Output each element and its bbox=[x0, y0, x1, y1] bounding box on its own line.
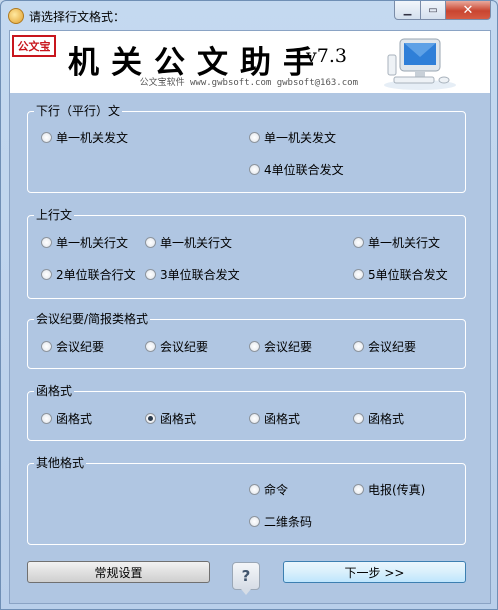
group-label-downward: 下行（平行）文 bbox=[34, 103, 123, 119]
radio-upward-5[interactable]: 3单位联合发文 bbox=[145, 266, 240, 282]
radio-button-icon[interactable] bbox=[41, 412, 52, 424]
radio-label: 会议纪要 bbox=[160, 339, 209, 354]
radio-button-icon[interactable] bbox=[353, 236, 364, 248]
radio-button-icon[interactable] bbox=[353, 412, 364, 424]
radio-label: 命令 bbox=[264, 482, 289, 497]
radio-button-icon[interactable] bbox=[353, 340, 364, 352]
group-upward: 上行文 单一机关行文 单一机关行文 单一机关行文 2单位联合行文 3单位联合发文… bbox=[27, 207, 466, 299]
radio-other-command[interactable]: 命令 bbox=[249, 481, 288, 497]
radio-label: 单一机关发文 bbox=[56, 130, 129, 145]
radio-button-icon[interactable] bbox=[145, 236, 156, 248]
banner: 公文宝 机关公文助手 v7.3 公文宝软件 www.gwbsoft.com gw… bbox=[10, 31, 490, 93]
radio-label: 单一机关行文 bbox=[160, 235, 233, 250]
radio-label: 会议纪要 bbox=[368, 339, 417, 354]
radio-other-telegram[interactable]: 电报(传真) bbox=[353, 481, 425, 497]
radio-button-icon[interactable] bbox=[249, 340, 260, 352]
maximize-button[interactable]: ▭ bbox=[421, 1, 446, 20]
radio-label: 会议纪要 bbox=[56, 339, 105, 354]
group-other: 其他格式 命令 电报(传真) 二维条码 bbox=[27, 455, 466, 545]
radio-minutes-3[interactable]: 会议纪要 bbox=[249, 338, 312, 354]
app-subtitle: 公文宝软件 www.gwbsoft.com gwbsoft@163.com bbox=[139, 78, 358, 88]
group-letter: 函格式 函格式 函格式 函格式 函格式 bbox=[27, 383, 466, 441]
radio-button-icon[interactable] bbox=[145, 340, 156, 352]
general-settings-button[interactable]: 常规设置 bbox=[27, 561, 210, 583]
group-label-minutes: 会议纪要/简报类格式 bbox=[34, 311, 151, 327]
radio-upward-4[interactable]: 2单位联合行文 bbox=[41, 266, 136, 282]
title-bar[interactable]: 请选择行文格式： ▁ ▭ ✕ bbox=[1, 1, 497, 29]
radio-label: 单一机关发文 bbox=[264, 130, 337, 145]
client-area: 公文宝 机关公文助手 v7.3 公文宝软件 www.gwbsoft.com gw… bbox=[9, 30, 491, 604]
group-label-upward: 上行文 bbox=[34, 207, 75, 223]
radio-label: 单一机关行文 bbox=[56, 235, 129, 250]
group-minutes: 会议纪要/简报类格式 会议纪要 会议纪要 会议纪要 会议纪要 bbox=[27, 311, 466, 369]
seal-logo: 公文宝 bbox=[12, 35, 56, 57]
radio-button-icon[interactable] bbox=[41, 236, 52, 248]
radio-button-icon[interactable] bbox=[41, 268, 52, 280]
help-button[interactable]: ? bbox=[232, 562, 260, 595]
radio-label: 5单位联合发文 bbox=[368, 267, 448, 282]
radio-downward-3[interactable]: 4单位联合发文 bbox=[249, 161, 344, 177]
minimize-icon: ▁ bbox=[403, 4, 412, 16]
app-icon bbox=[8, 8, 24, 24]
radio-letter-3[interactable]: 函格式 bbox=[249, 410, 300, 426]
radio-button-icon[interactable] bbox=[353, 268, 364, 280]
radio-label: 二维条码 bbox=[264, 514, 313, 529]
close-button[interactable]: ✕ bbox=[446, 1, 491, 20]
radio-label: 函格式 bbox=[160, 411, 197, 426]
group-downward: 下行（平行）文 单一机关发文 单一机关发文 4单位联合发文 bbox=[27, 103, 466, 193]
radio-letter-2-selected[interactable]: 函格式 bbox=[145, 410, 196, 426]
radio-button-icon[interactable] bbox=[41, 131, 52, 143]
radio-upward-3[interactable]: 单一机关行文 bbox=[353, 234, 440, 250]
radio-minutes-2[interactable]: 会议纪要 bbox=[145, 338, 208, 354]
group-label-letter: 函格式 bbox=[34, 383, 75, 399]
radio-label: 函格式 bbox=[56, 411, 93, 426]
radio-button-icon[interactable] bbox=[249, 412, 260, 424]
radio-upward-2[interactable]: 单一机关行文 bbox=[145, 234, 232, 250]
radio-button-checked-icon[interactable] bbox=[145, 412, 156, 424]
minimize-button[interactable]: ▁ bbox=[394, 1, 421, 20]
radio-minutes-4[interactable]: 会议纪要 bbox=[353, 338, 416, 354]
radio-button-icon[interactable] bbox=[249, 131, 260, 143]
radio-label: 单一机关行文 bbox=[368, 235, 441, 250]
radio-button-icon[interactable] bbox=[249, 163, 260, 175]
radio-letter-1[interactable]: 函格式 bbox=[41, 410, 92, 426]
radio-upward-1[interactable]: 单一机关行文 bbox=[41, 234, 128, 250]
group-label-other: 其他格式 bbox=[34, 455, 87, 471]
radio-button-icon[interactable] bbox=[41, 340, 52, 352]
next-button[interactable]: 下一步 >> bbox=[283, 561, 466, 583]
radio-label: 函格式 bbox=[368, 411, 405, 426]
radio-label: 2单位联合行文 bbox=[56, 267, 136, 282]
radio-letter-4[interactable]: 函格式 bbox=[353, 410, 404, 426]
radio-label: 3单位联合发文 bbox=[160, 267, 240, 282]
question-icon: ? bbox=[241, 567, 251, 585]
radio-label: 会议纪要 bbox=[264, 339, 313, 354]
radio-downward-2[interactable]: 单一机关发文 bbox=[249, 129, 336, 145]
radio-button-icon[interactable] bbox=[353, 483, 364, 495]
close-icon: ✕ bbox=[462, 2, 474, 18]
radio-upward-6[interactable]: 5单位联合发文 bbox=[353, 266, 448, 282]
radio-button-icon[interactable] bbox=[249, 515, 260, 527]
window-controls: ▁ ▭ ✕ bbox=[394, 1, 491, 20]
window-title: 请选择行文格式： bbox=[29, 10, 126, 24]
radio-minutes-1[interactable]: 会议纪要 bbox=[41, 338, 104, 354]
maximize-icon: ▭ bbox=[428, 4, 438, 16]
app-version: v7.3 bbox=[306, 45, 347, 67]
radio-label: 4单位联合发文 bbox=[264, 162, 344, 177]
radio-label: 电报(传真) bbox=[368, 482, 426, 497]
radio-other-qrcode[interactable]: 二维条码 bbox=[249, 513, 312, 529]
computer-icon bbox=[384, 38, 456, 90]
radio-downward-1[interactable]: 单一机关发文 bbox=[41, 129, 128, 145]
radio-button-icon[interactable] bbox=[145, 268, 156, 280]
dialog-window: 请选择行文格式： ▁ ▭ ✕ 公文宝 机关公文助手 v7.3 公文宝软件 www… bbox=[0, 0, 498, 610]
radio-button-icon[interactable] bbox=[249, 483, 260, 495]
radio-label: 函格式 bbox=[264, 411, 301, 426]
